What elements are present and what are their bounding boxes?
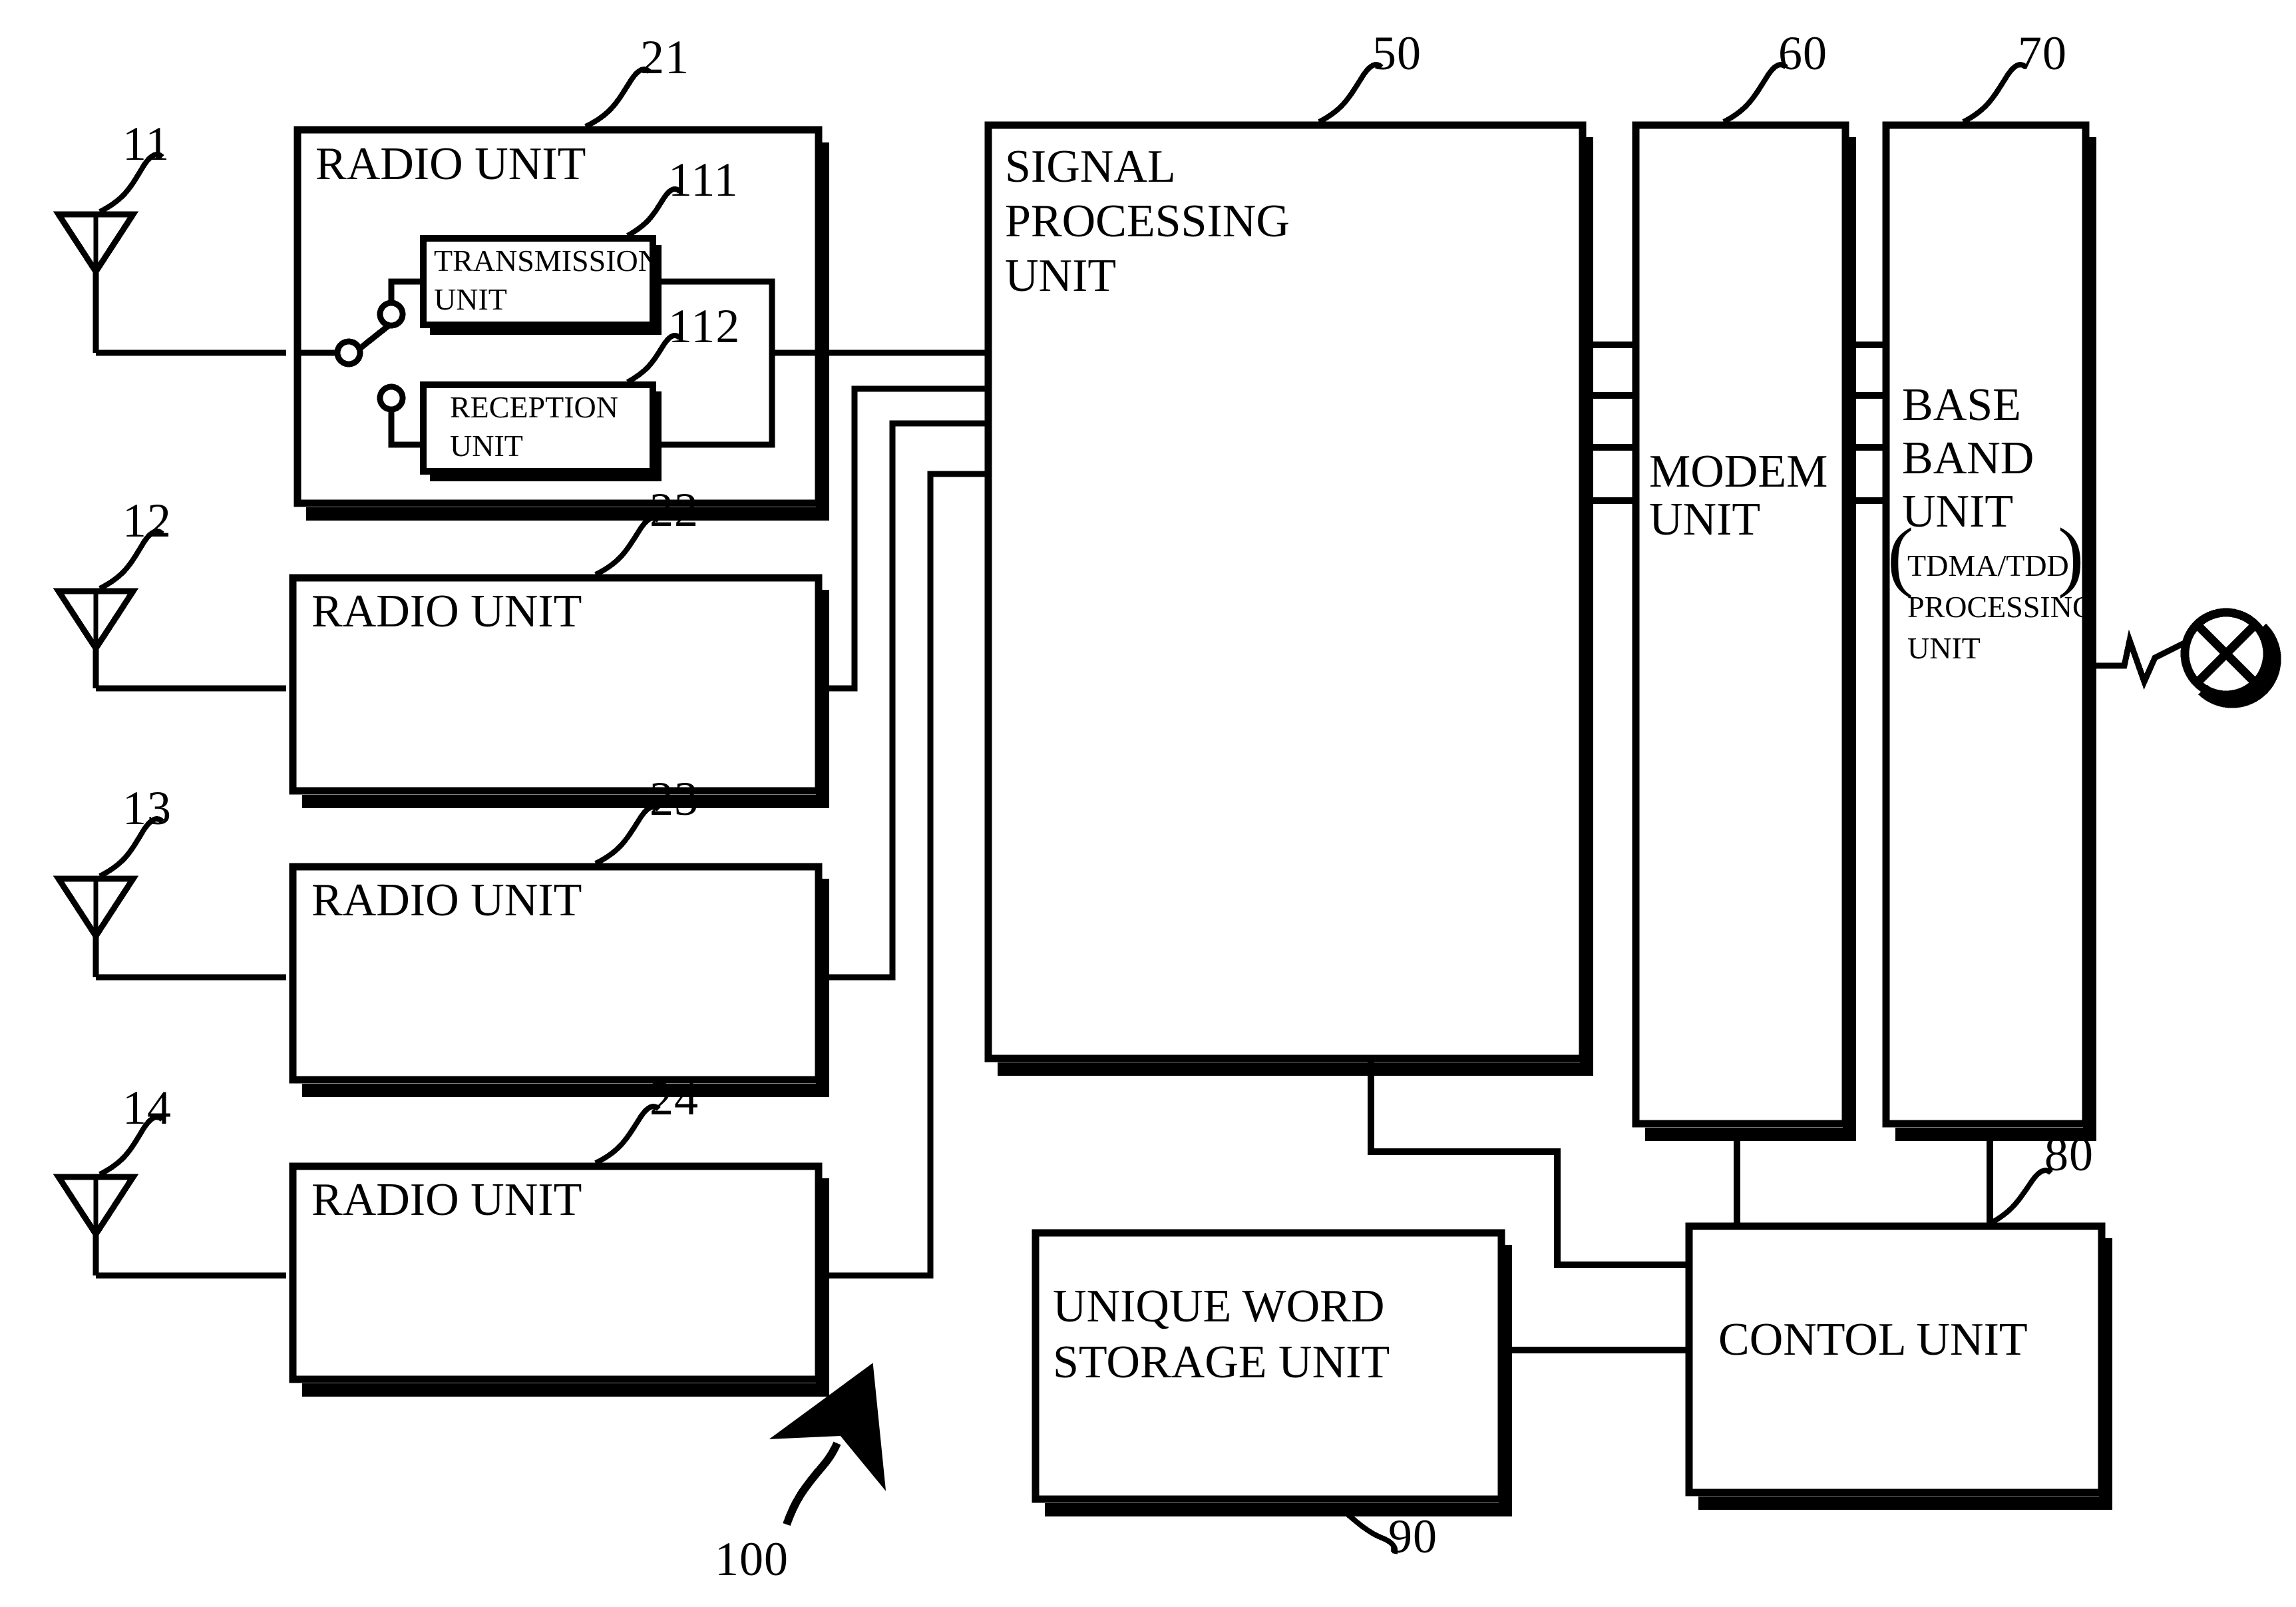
radio-unit-22-label: RADIO UNIT [311, 586, 582, 637]
leader-60 [1722, 62, 1788, 124]
ref-12: 12 [122, 494, 172, 547]
antenna-11-symbol [53, 211, 286, 356]
transmission-unit-label-line2: UNIT [434, 282, 507, 316]
ref-111: 111 [668, 153, 739, 206]
ref-60: 60 [1778, 27, 1827, 80]
signal-processing-unit-label-line3: UNIT [1005, 250, 1117, 302]
link-ru24-spu [819, 471, 992, 1279]
leader-70 [1962, 62, 2028, 124]
base-band-unit-box [1882, 121, 2090, 1128]
control-unit-label: CONTOL UNIT [1718, 1314, 2028, 1365]
ref-90: 90 [1388, 1510, 1437, 1563]
reception-unit-label-line2: UNIT [450, 429, 523, 463]
radio-unit-21-label: RADIO UNIT [315, 138, 586, 190]
link-ru23-spu [819, 420, 992, 981]
reception-unit-label-line1: RECEPTION [450, 390, 618, 424]
radio-unit-23-label: RADIO UNIT [311, 875, 582, 926]
antenna-14-symbol [53, 1174, 286, 1279]
figure-canvas: 11 12 13 14 21 22 23 24 111 112 50 60 70… [0, 0, 2296, 1607]
base-band-unit-label-line2: BAND [1902, 433, 2034, 484]
network-zigzag-link [2090, 629, 2192, 690]
link-ru22-spu [819, 385, 992, 692]
modem-unit-label-line2: UNIT [1649, 494, 1761, 545]
base-band-sub-label-line1: TDMA/TDD [1907, 549, 2069, 582]
switch-contact-tx [377, 300, 406, 329]
switch-contact-rx [377, 383, 406, 413]
ref-13: 13 [122, 782, 172, 835]
base-band-unit-label-line1: BASE [1902, 379, 2021, 431]
leader-100-arrow [769, 1363, 886, 1526]
ref-70: 70 [2018, 27, 2067, 80]
base-band-unit-label-line3: UNIT [1902, 486, 2014, 537]
ref-112: 112 [668, 300, 741, 353]
ref-24: 24 [650, 1072, 699, 1125]
ref-100: 100 [715, 1532, 789, 1586]
ref-23: 23 [650, 772, 699, 825]
unique-word-storage-unit-label-line2: STORAGE UNIT [1053, 1337, 1390, 1388]
base-band-sub-label-line3: UNIT [1907, 631, 1981, 665]
signal-processing-unit-label-line2: PROCESSING [1005, 196, 1290, 247]
leader-80 [1989, 1168, 2053, 1226]
antenna-13-symbol [53, 875, 286, 981]
ref-14: 14 [122, 1081, 172, 1134]
ref-50: 50 [1372, 27, 1422, 80]
ref-11: 11 [122, 117, 170, 170]
unique-word-storage-unit-label-line1: UNIQUE WORD [1053, 1281, 1385, 1332]
radio-unit-24-label: RADIO UNIT [311, 1174, 582, 1226]
antenna-12-symbol [53, 588, 286, 692]
modem-unit-box [1632, 121, 1849, 1128]
modem-unit-label-line1: MODEM [1649, 446, 1828, 497]
ref-80: 80 [2044, 1128, 2094, 1181]
ref-22: 22 [650, 483, 699, 537]
signal-processing-unit-label-line1: SIGNAL [1005, 141, 1176, 192]
switch-common-pole [334, 338, 363, 367]
ref-21: 21 [640, 31, 689, 84]
base-band-sub-label-line2: PROCESSING [1907, 590, 2095, 624]
transmission-unit-label-line1: TRANSMISSION [434, 244, 660, 278]
